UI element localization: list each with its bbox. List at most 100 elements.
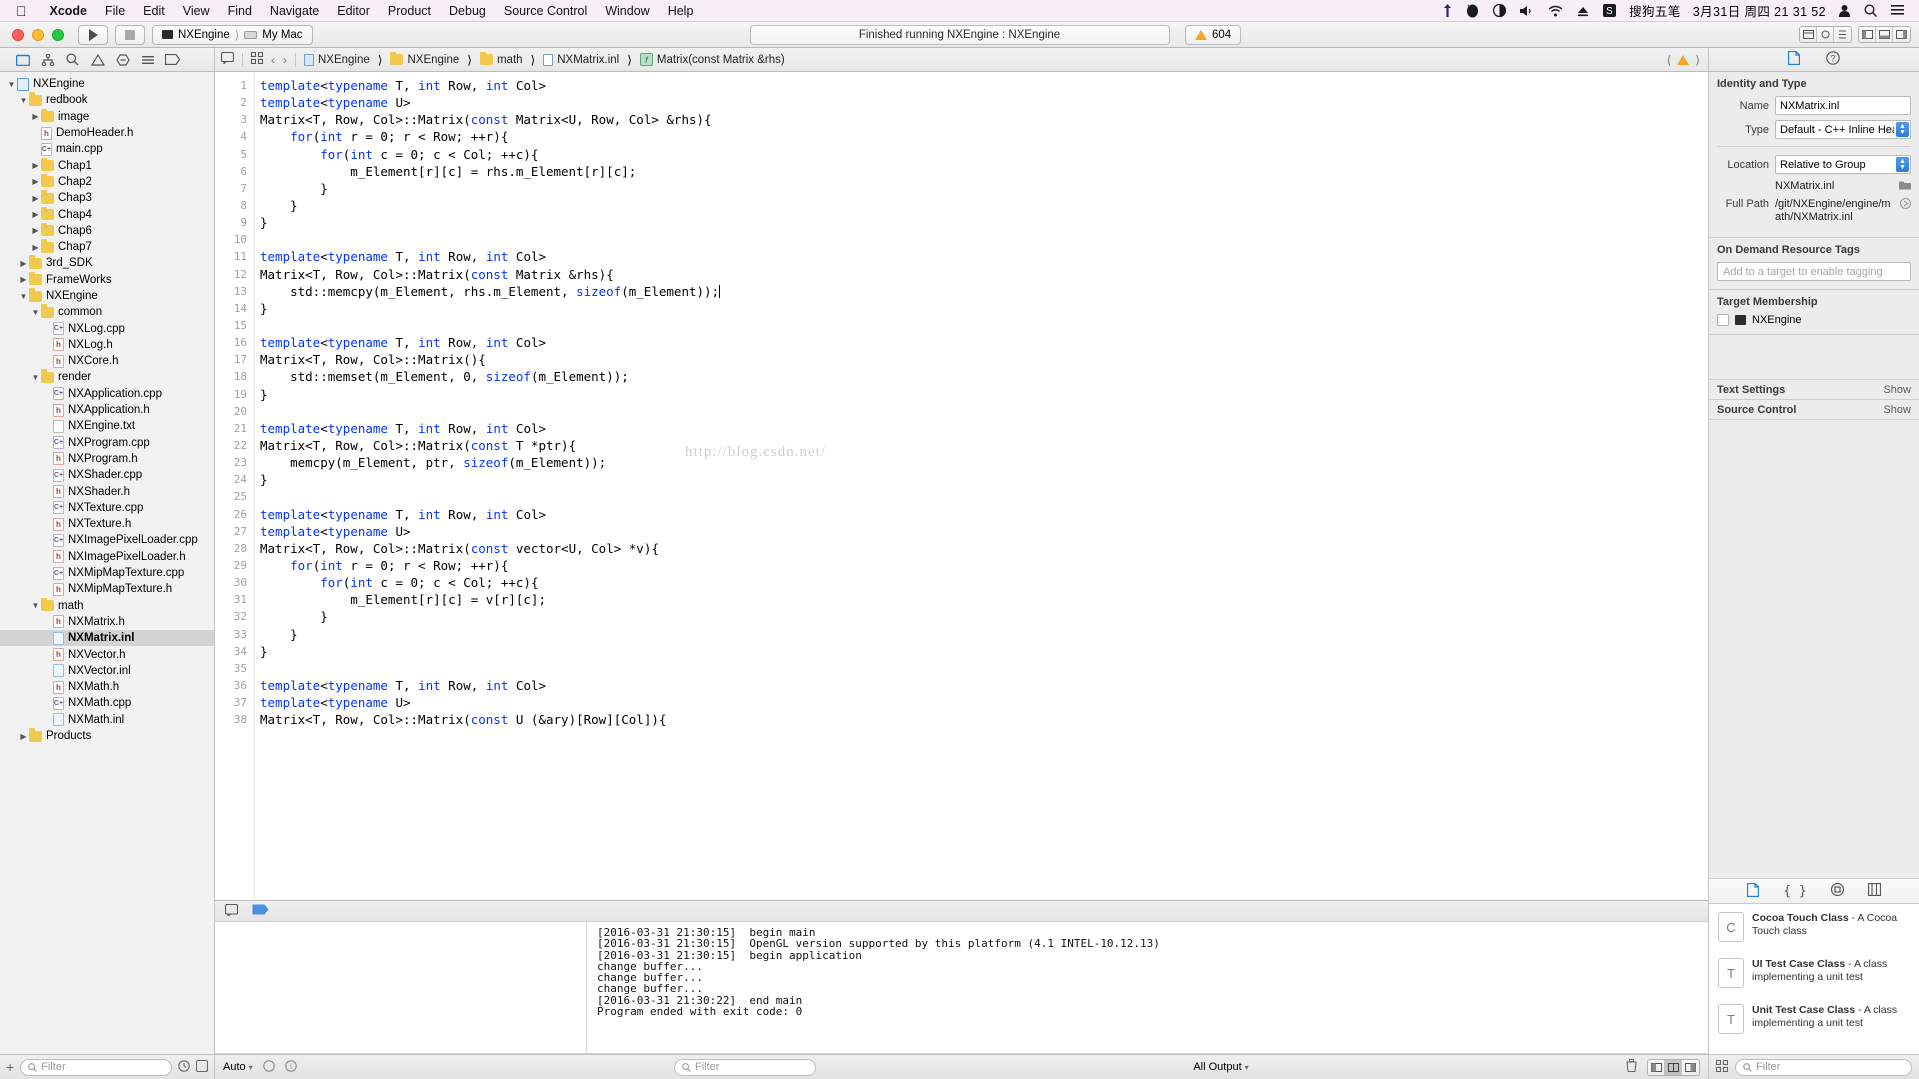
code-line[interactable]: template<typename U> [260,523,1708,540]
code-line[interactable]: std::memcpy(m_Element, rhs.m_Element, si… [260,283,1708,300]
code-line[interactable] [260,231,1708,248]
menu-item-view[interactable]: View [174,4,219,18]
breadcrumb-project[interactable]: NXEngine [304,53,370,66]
code-line[interactable]: template<typename T, int Row, int Col> [260,506,1708,523]
tree-row[interactable]: h NXTexture.h [0,516,214,532]
tree-row[interactable]: C+ NXApplication.cpp [0,386,214,402]
user-icon[interactable] [1832,4,1857,17]
show-console-only-button[interactable] [1682,1059,1700,1075]
code-line[interactable] [260,317,1708,334]
menu-item-editor[interactable]: Editor [328,4,379,18]
quick-help-icon[interactable]: ? [1826,51,1840,68]
editor-mode-segmented[interactable] [1799,26,1852,43]
code-line[interactable]: template<typename T, int Row, int Col> [260,334,1708,351]
volume-icon[interactable] [1513,5,1541,17]
code-line[interactable]: Matrix<T, Row, Col>::Matrix(const Matrix… [260,266,1708,283]
target-membership-row[interactable]: NXEngine [1717,314,1911,326]
file-template-library-icon[interactable] [1747,882,1760,900]
code-line[interactable]: } [260,643,1708,660]
reveal-in-finder-icon[interactable] [1899,197,1912,212]
code-line[interactable]: template<typename U> [260,694,1708,711]
library-list-item[interactable]: T UI Test Case Class - A class implementi… [1709,950,1919,996]
code-line[interactable]: std::memset(m_Element, 0, sizeof(m_Eleme… [260,368,1708,385]
apple-logo-icon[interactable]:  [16,4,27,18]
window-controls[interactable] [8,28,64,41]
tree-row[interactable]: h NXImagePixelLoader.h [0,549,214,565]
library-list-item[interactable]: C Cocoa Touch Class - A Cocoa Touch class [1709,904,1919,950]
add-file-button[interactable]: + [6,1060,14,1074]
tree-row[interactable]: h NXApplication.h [0,402,214,418]
test-navigator-icon[interactable] [110,48,135,71]
tree-row[interactable]: C+ NXMath.cpp [0,695,214,711]
disclosure-closed-icon[interactable]: ▶ [30,210,41,219]
code-line[interactable]: for(int c = 0; c < Col; ++c){ [260,574,1708,591]
tree-row[interactable]: ▼ render [0,369,214,385]
odr-tag-field[interactable]: Add to a target to enable tagging [1717,262,1911,281]
code-line[interactable]: template<typename U> [260,94,1708,111]
folder-navigator-icon[interactable] [10,48,35,71]
menu-item-help[interactable]: Help [659,4,703,18]
minimize-window-button[interactable] [32,28,44,41]
tree-row[interactable]: h NXMipMapTexture.h [0,581,214,597]
disclosure-closed-icon[interactable]: ▶ [30,226,41,235]
disclosure-closed-icon[interactable]: ▶ [30,177,41,186]
toggle-navigator-button[interactable] [1859,27,1876,42]
code-line[interactable]: for(int c = 0; c < Col; ++c){ [260,146,1708,163]
text-settings-section-header[interactable]: Text Settings Show [1709,380,1919,400]
tree-row[interactable]: ▶ Chap1 [0,157,214,173]
breadcrumb-group-nxengine[interactable]: NXEngine [390,51,459,66]
code-line[interactable]: } [260,214,1708,231]
breadcrumb-file[interactable]: NXMatrix.inl [543,53,619,66]
tree-row[interactable]: ▶ Chap7 [0,239,214,255]
tree-row[interactable]: C+ NXLog.cpp [0,320,214,336]
tree-row[interactable]: ▶ Chap6 [0,222,214,239]
warning-triangle-icon[interactable] [1677,54,1690,65]
stop-button[interactable] [115,24,145,45]
object-library-icon[interactable] [1830,882,1844,899]
related-items-icon[interactable] [220,51,235,67]
code-line[interactable]: template<typename T, int Row, int Col> [260,677,1708,694]
tree-row[interactable]: C+ NXMipMapTexture.cpp [0,565,214,581]
code-line[interactable]: for(int r = 0; r < Row; ++r){ [260,557,1708,574]
breakpoint-navigator-icon[interactable] [160,48,185,71]
source-control-navigator-icon[interactable] [35,48,60,71]
search-navigator-icon[interactable] [60,48,85,71]
code-line[interactable] [260,488,1708,505]
target-membership-checkbox[interactable] [1717,314,1729,326]
close-window-button[interactable] [12,28,24,41]
tree-row[interactable]: NXEngine.txt [0,418,214,434]
tree-row[interactable]: ▶ Chap3 [0,190,214,206]
code-line[interactable]: } [260,300,1708,317]
tree-row[interactable]: NXMath.inl [0,712,214,728]
version-editor-button[interactable] [1834,27,1851,42]
variables-view[interactable] [215,922,587,1053]
menu-item-find[interactable]: Find [219,4,261,18]
tree-row[interactable]: h NXCore.h [0,353,214,369]
tree-row[interactable]: ▼ NXEngine [0,288,214,304]
code-line[interactable]: Matrix<T, Row, Col>::Matrix(){ [260,351,1708,368]
disclosure-closed-icon[interactable]: ▶ [30,194,41,203]
menu-item-debug[interactable]: Debug [440,4,495,18]
tree-row[interactable]: h NXMatrix.h [0,614,214,630]
menu-item-xcode[interactable]: Xcode [41,4,97,18]
qq-icon[interactable] [1459,4,1486,18]
toggle-debug-area-button[interactable] [1876,27,1893,42]
wifi-icon[interactable] [1541,5,1570,17]
source-control-filter-icon[interactable] [195,1059,209,1075]
console-clear-icon[interactable] [262,1059,275,1075]
recent-files-filter-icon[interactable] [178,1059,190,1075]
tree-row[interactable]: C+ NXImagePixelLoader.cpp [0,532,214,548]
code-line[interactable]: template<typename T, int Row, int Col> [260,77,1708,94]
zoom-window-button[interactable] [52,28,64,41]
text-settings-show-button[interactable]: Show [1883,384,1911,396]
tree-row[interactable]: ▶ Chap4 [0,206,214,222]
menu-item-navigate[interactable]: Navigate [261,4,328,18]
tree-row[interactable]: NXVector.inl [0,663,214,679]
menu-item-window[interactable]: Window [596,4,658,18]
tree-row[interactable]: h NXMath.h [0,679,214,695]
eject-icon[interactable] [1570,5,1596,17]
breadcrumb-symbol[interactable]: f Matrix(const Matrix &rhs) [639,53,785,66]
show-variables-only-button[interactable] [1648,1059,1666,1075]
console-info-icon[interactable]: i [284,1059,297,1075]
variables-filter-field[interactable]: Filter [674,1058,816,1076]
